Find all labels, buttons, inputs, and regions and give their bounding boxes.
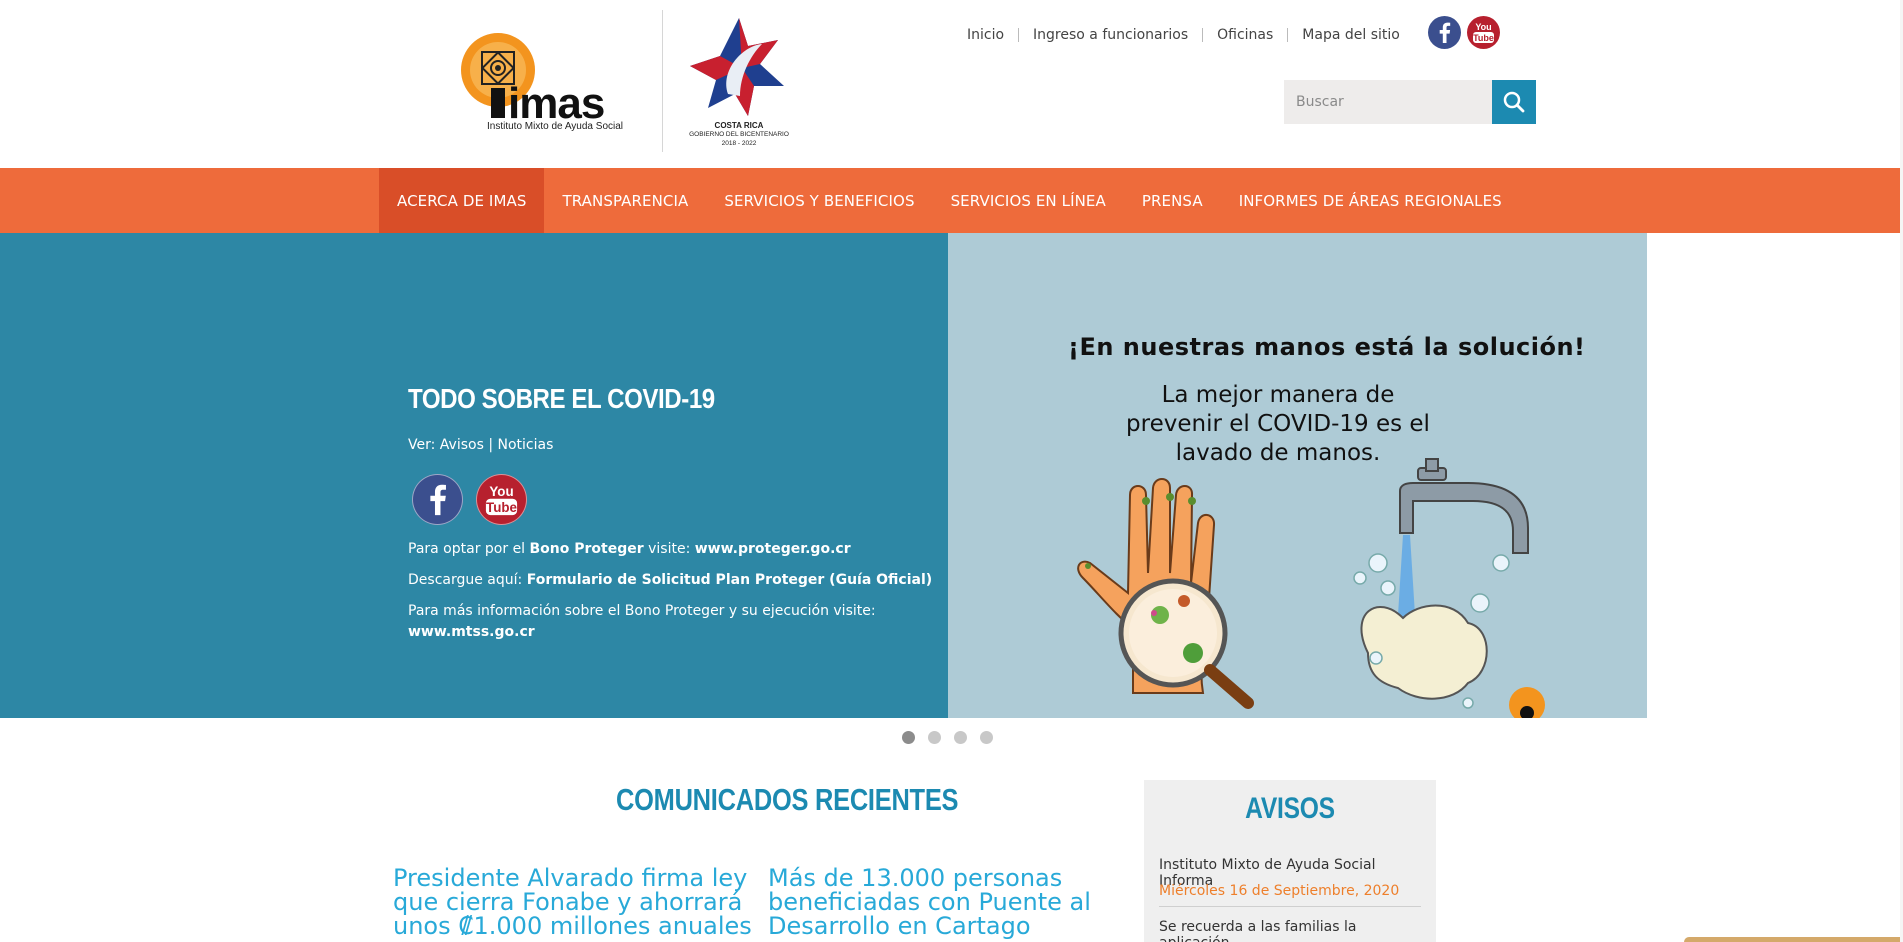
main-navigation: ACERCA DE IMAS TRANSPARENCIA SERVICIOS Y… xyxy=(0,168,1900,233)
search-bar xyxy=(1284,80,1536,124)
news-item-1[interactable]: Presidente Alvarado firma ley que cierra… xyxy=(393,866,753,938)
hero-image-panel[interactable]: ¡En nuestras manos está la solución! La … xyxy=(948,233,1647,718)
p1-mid: visite: xyxy=(643,541,695,557)
p1-prefix: Para optar por el xyxy=(408,541,530,557)
page: imas Instituto Mixto de Ayuda Social COS… xyxy=(0,0,1903,942)
search-input[interactable] xyxy=(1284,80,1492,124)
link-ingreso-funcionarios[interactable]: Ingreso a funcionarios xyxy=(1018,28,1202,42)
hero-title: TODO SOBRE EL COVID-19 xyxy=(408,383,715,414)
mtss-info: Para más información sobre el Bono Prote… xyxy=(408,601,928,643)
site-header: imas Instituto Mixto de Ayuda Social COS… xyxy=(0,0,1903,168)
washing-hands-illustration xyxy=(1353,553,1510,709)
imas-subtitle: Instituto Mixto de Ayuda Social xyxy=(487,121,623,132)
carousel-dots xyxy=(902,731,993,744)
facebook-icon[interactable] xyxy=(412,474,463,525)
costa-rica-logo[interactable]: COSTA RICA GOBIERNO DEL BICENTENARIO 201… xyxy=(680,16,798,151)
carousel-dot-4[interactable] xyxy=(980,731,993,744)
link-formulario[interactable]: Formulario de Solicitud Plan Proteger (G… xyxy=(527,572,932,588)
hero-see-links: Ver: Avisos | Noticias xyxy=(408,437,553,453)
link-mtss[interactable]: www.mtss.go.cr xyxy=(408,624,535,640)
p3-text: Para más información sobre el Bono Prote… xyxy=(408,603,876,619)
hero-carousel: TODO SOBRE EL COVID-19 Ver: Avisos | Not… xyxy=(0,233,1647,718)
facebook-icon[interactable] xyxy=(1428,16,1461,49)
nav-informes-areas-regionales[interactable]: INFORMES DE ÁREAS REGIONALES xyxy=(1221,168,1520,233)
link-inicio[interactable]: Inicio xyxy=(956,28,1018,42)
link-avisos[interactable]: Avisos xyxy=(440,437,484,453)
cr-logo-line1: COSTA RICA xyxy=(714,121,764,130)
youtube-icon[interactable]: You Tube xyxy=(1467,16,1500,49)
bono-proteger-info: Para optar por el Bono Proteger visite: … xyxy=(408,539,851,560)
nav-transparencia[interactable]: TRANSPARENCIA xyxy=(544,168,706,233)
handwashing-illustration xyxy=(1077,458,1545,718)
youtube-icon[interactable]: You Tube xyxy=(476,474,527,525)
search-icon xyxy=(1503,91,1525,113)
hero-social-links: You Tube xyxy=(412,474,527,525)
nav-servicios-beneficios[interactable]: SERVICIOS Y BENEFICIOS xyxy=(706,168,932,233)
star-emblem-icon xyxy=(690,18,784,116)
youtube-bottom-text: Tube xyxy=(486,500,517,515)
aviso-date-1: Miércoles 16 de Septiembre, 2020 xyxy=(1159,883,1400,899)
utility-nav: Inicio Ingreso a funcionarios Oficinas M… xyxy=(956,28,1414,42)
p2-prefix: Descargue aquí: xyxy=(408,572,527,588)
search-button[interactable] xyxy=(1492,80,1536,124)
comunicados-title: COMUNICADOS RECIENTES xyxy=(616,782,959,817)
hand-illustration xyxy=(1077,478,1254,709)
carousel-dot-3[interactable] xyxy=(954,731,967,744)
p1-bold: Bono Proteger xyxy=(529,541,644,557)
nav-prensa[interactable]: PRENSA xyxy=(1124,168,1221,233)
carousel-dot-2[interactable] xyxy=(928,731,941,744)
ver-prefix: Ver: xyxy=(408,437,440,453)
link-noticias[interactable]: Noticias xyxy=(498,437,554,453)
imas-logo[interactable]: imas Instituto Mixto de Ayuda Social xyxy=(460,30,635,135)
nav-servicios-en-linea[interactable]: SERVICIOS EN LÍNEA xyxy=(933,168,1124,233)
cr-logo-line2: GOBIERNO DEL BICENTENARIO xyxy=(689,131,789,138)
formulario-info: Descargue aquí: Formulario de Solicitud … xyxy=(408,570,932,591)
link-oficinas[interactable]: Oficinas xyxy=(1202,28,1287,42)
cr-logo-line3: 2018 - 2022 xyxy=(721,140,757,147)
nav-acerca-de-imas[interactable]: ACERCA DE IMAS xyxy=(379,168,545,233)
news-item-2[interactable]: Más de 13.000 personas beneficiadas con … xyxy=(768,866,1128,938)
youtube-bottom-text: Tube xyxy=(1473,33,1494,43)
aviso-divider xyxy=(1159,906,1421,907)
hero-text-panel: TODO SOBRE EL COVID-19 Ver: Avisos | Not… xyxy=(0,233,948,718)
header-social-links: You Tube xyxy=(1428,16,1500,49)
link-separator: | xyxy=(483,437,498,453)
aviso-title-2[interactable]: Se recuerda a las familias la aplicación xyxy=(1159,919,1421,942)
youtube-top-text: You xyxy=(1475,22,1491,32)
link-proteger[interactable]: www.proteger.go.cr xyxy=(695,541,851,557)
link-mapa-sitio[interactable]: Mapa del sitio xyxy=(1287,28,1414,42)
avisos-panel: AVISOS Instituto Mixto de Ayuda Social I… xyxy=(1144,780,1436,942)
carousel-dot-1[interactable] xyxy=(902,731,915,744)
avisos-title: AVISOS xyxy=(1245,792,1335,825)
logo-divider xyxy=(662,10,663,152)
youtube-top-text: You xyxy=(489,484,513,499)
floating-tab-edge[interactable] xyxy=(1684,937,1903,942)
